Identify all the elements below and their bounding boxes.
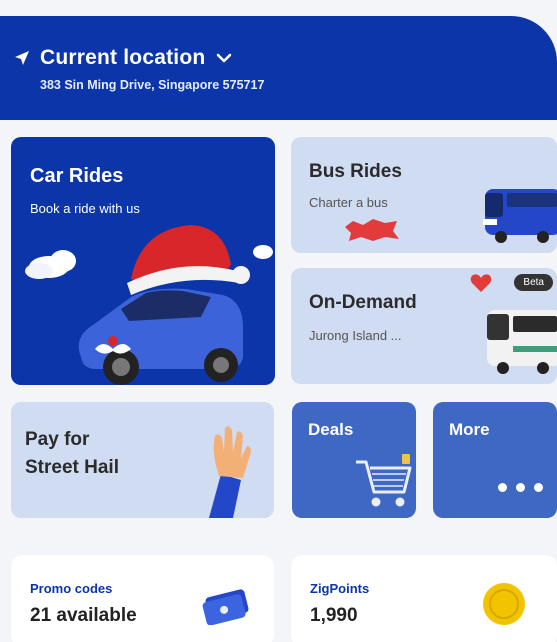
more-title: More xyxy=(449,420,490,439)
beta-badge: Beta xyxy=(514,274,553,291)
street-hail-title: Pay for Street Hail xyxy=(25,426,119,482)
cloud-icon xyxy=(25,250,76,279)
bus-illustration xyxy=(483,189,557,243)
ticket-icon xyxy=(202,589,249,625)
street-hail-title-line1: Pay for xyxy=(25,429,90,450)
on-demand-subtitle: Jurong Island ... xyxy=(309,328,402,343)
car-rides-title: Car Rides xyxy=(30,165,124,187)
navigation-arrow-icon xyxy=(15,51,29,65)
cloud-icon xyxy=(253,245,273,259)
more-card[interactable]: More xyxy=(433,402,557,518)
raised-hand-icon xyxy=(209,426,251,518)
current-address: 383 Sin Ming Drive, Singapore 575717 xyxy=(40,78,265,92)
car-rides-subtitle: Book a ride with us xyxy=(30,201,140,216)
shuttle-bus-illustration xyxy=(487,310,557,374)
heart-icon xyxy=(470,274,492,292)
more-dots-icon xyxy=(498,483,543,492)
current-location-title: Current location xyxy=(40,46,206,69)
coin-icon xyxy=(483,583,525,625)
on-demand-title: On-Demand xyxy=(309,292,417,313)
zigpoints-value: 1,990 xyxy=(310,605,358,626)
zigpoints-label: ZigPoints xyxy=(310,581,370,596)
car-illustration xyxy=(25,225,273,385)
street-hail-card[interactable]: Pay for Street Hail xyxy=(11,402,274,518)
zigpoints-card[interactable]: ZigPoints 1,990 xyxy=(291,555,557,642)
car-rides-card[interactable]: Car Rides Book a ride with us xyxy=(11,137,275,385)
bus-rides-subtitle: Charter a bus xyxy=(309,195,388,210)
bus-rides-card[interactable]: Bus Rides Charter a bus xyxy=(291,137,557,253)
shopping-cart-icon xyxy=(356,454,412,507)
deals-card[interactable]: Deals xyxy=(292,402,416,518)
bus-rides-title: Bus Rides xyxy=(309,161,402,182)
promo-codes-label: Promo codes xyxy=(30,581,113,596)
current-location-selector[interactable]: Current location xyxy=(12,46,233,70)
on-demand-card[interactable]: On-Demand Jurong Island ... Beta xyxy=(291,268,557,384)
promo-codes-value: 21 available xyxy=(30,605,137,626)
chevron-down-icon[interactable] xyxy=(215,49,233,67)
street-hail-title-line2: Street Hail xyxy=(25,457,119,478)
location-header[interactable]: Current location 383 Sin Ming Drive, Sin… xyxy=(0,16,557,120)
promo-sticker-icon xyxy=(345,219,399,241)
promo-codes-card[interactable]: Promo codes 21 available xyxy=(11,555,274,642)
deals-title: Deals xyxy=(308,420,354,439)
